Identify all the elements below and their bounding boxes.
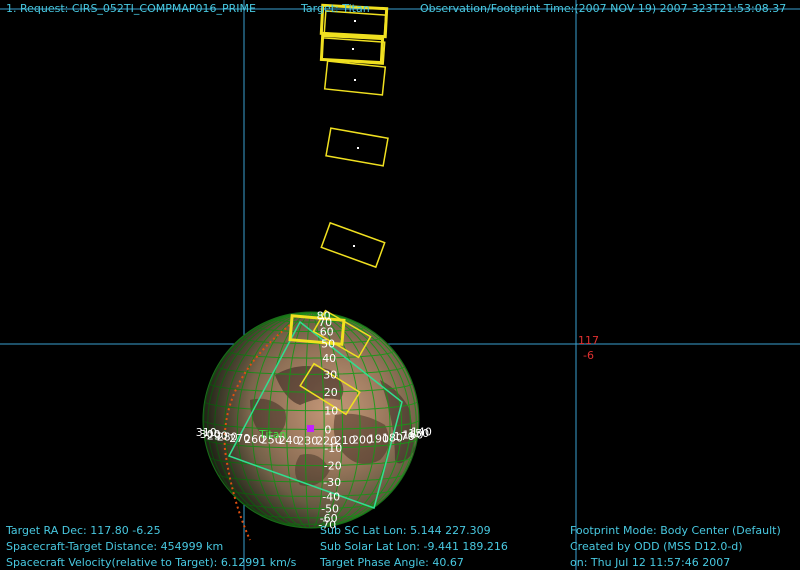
observation-time-label: Observation/Footprint Time:(2007 NOV 19)…	[420, 2, 787, 15]
sub-spacecraft-marker	[307, 425, 314, 432]
latitude-label: -20	[324, 460, 342, 473]
target-name-label: Titan	[258, 428, 286, 441]
latitude-label: 50	[321, 338, 335, 351]
spacecraft-velocity: Spacecraft Velocity(relative to Target):…	[6, 556, 297, 569]
dec-crosshair-label: -6	[583, 349, 594, 362]
latitude-label: 40	[322, 352, 336, 365]
ra-crosshair-label: 117	[578, 334, 599, 347]
spacecraft-distance: Spacecraft-Target Distance: 454999 km	[6, 540, 224, 553]
sub-solar-lat-lon: Sub Solar Lat Lon: -9.441 189.216	[320, 540, 508, 553]
observation-viewport: 80706050403020100-10-20-30-40-50-60-70 3…	[0, 0, 800, 570]
target-label: Target: Titan	[301, 2, 370, 15]
latitude-label: 30	[323, 368, 337, 381]
footprint-mode: Footprint Mode: Body Center (Default)	[570, 524, 781, 537]
longitude-label: 140	[411, 426, 432, 439]
created-by: Created by ODD (MSS D12.0-d)	[570, 540, 743, 553]
longitude-label: 230	[297, 434, 318, 447]
request-label: 1. Request: CIRS_052TI_COMPMAP016_PRIME	[6, 2, 256, 15]
latitude-label: -40	[322, 490, 340, 503]
latitude-label: -30	[323, 476, 341, 489]
crosshair	[0, 0, 800, 570]
target-ra-dec: Target RA Dec: 117.80 -6.25	[6, 524, 161, 537]
creation-date: on: Thu Jul 12 11:57:46 2007	[570, 556, 731, 569]
target-phase-angle: Target Phase Angle: 40.67	[320, 556, 464, 569]
latitude-label: 20	[324, 386, 338, 399]
sub-sc-lat-lon: Sub SC Lat Lon: 5.144 227.309	[320, 524, 491, 537]
latitude-label: 60	[320, 326, 334, 339]
latitude-label: 10	[324, 405, 338, 418]
